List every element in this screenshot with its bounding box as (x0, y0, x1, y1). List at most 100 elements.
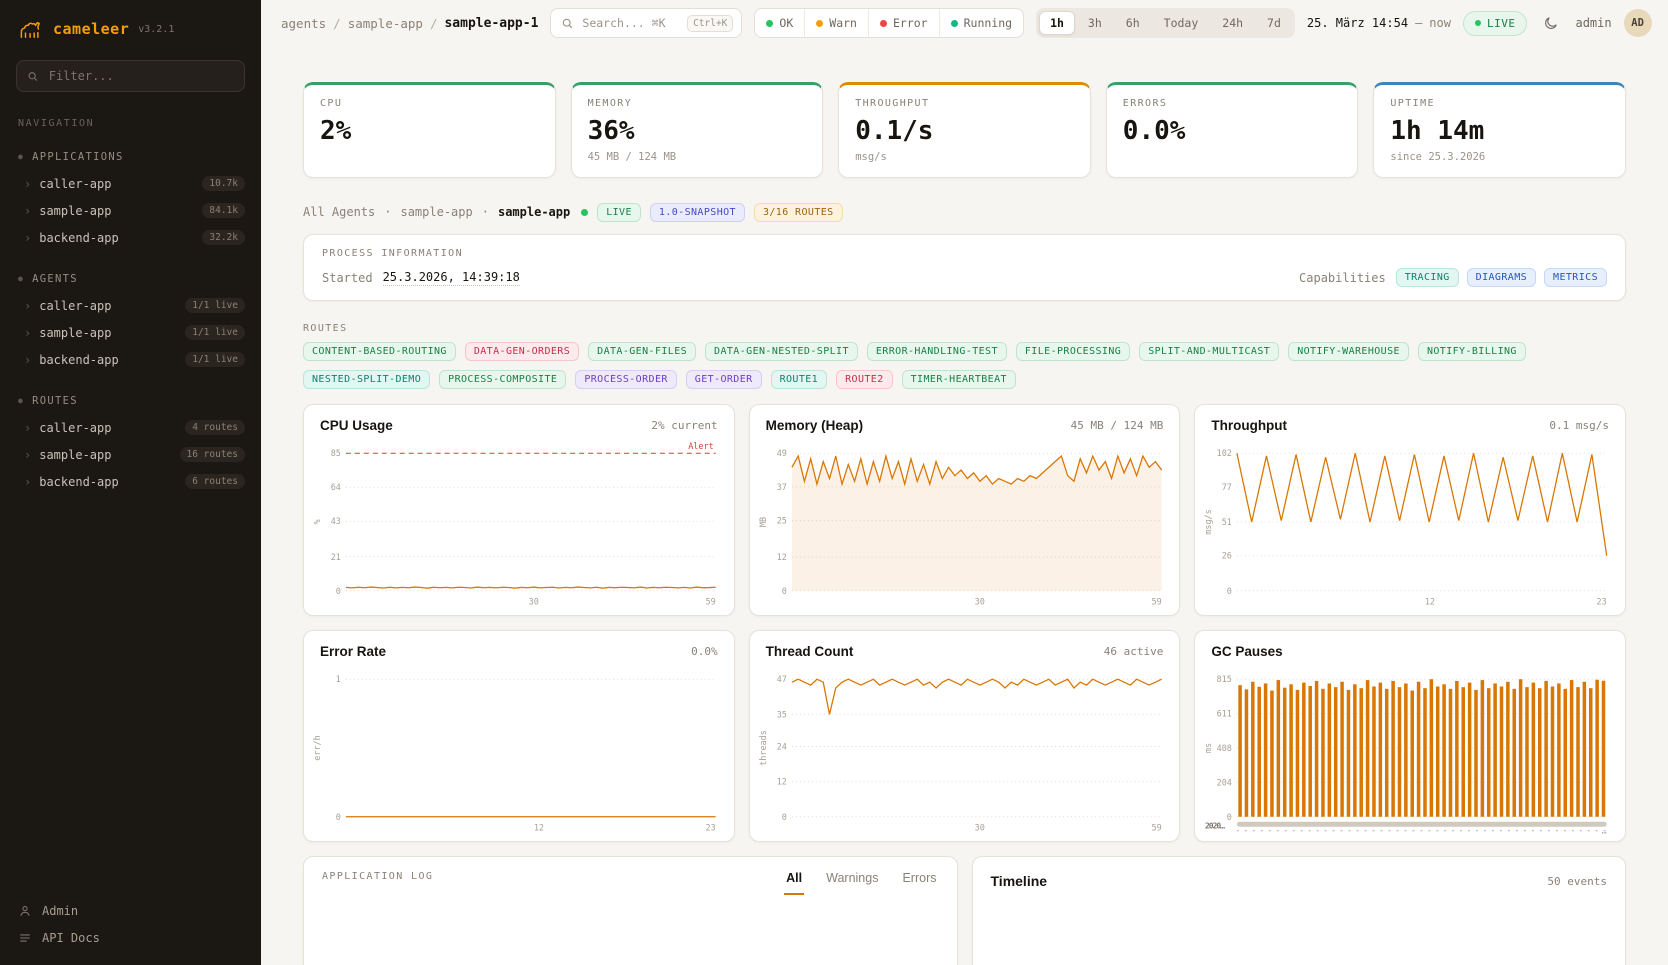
route-badge-file-processing[interactable]: FILE-PROCESSING (1016, 342, 1130, 361)
log-tab-warnings[interactable]: Warnings (824, 871, 880, 895)
status-dot-icon (766, 20, 773, 27)
status-filter-ok[interactable]: OK (755, 9, 804, 37)
sidebar-filter[interactable] (16, 60, 245, 92)
stat-label: CPU (320, 98, 539, 109)
theme-toggle-button[interactable] (1539, 11, 1563, 35)
live-dot-icon (1475, 20, 1481, 26)
chart-current-value: 0.1 msg/s (1549, 419, 1609, 432)
chart-title: GC Pauses (1211, 644, 1282, 659)
agent-crumb-all-agents[interactable]: All Agents (303, 205, 375, 219)
status-filter-running[interactable]: Running (939, 9, 1023, 37)
svg-text:815: 815 (1217, 674, 1232, 684)
footer-item-api-docs[interactable]: API Docs (18, 931, 243, 945)
breadcrumb: agents/sample-app/sample-app-1 (281, 16, 538, 31)
sidebar-group-agents: ●AGENTS›caller-app1/1 live›sample-app1/1… (0, 273, 261, 373)
sidebar-group-header-applications[interactable]: ●APPLICATIONS (0, 151, 261, 170)
breadcrumb-agents[interactable]: agents (281, 16, 326, 31)
agent-crumb-sample-app[interactable]: sample-app (498, 205, 570, 219)
route-badge-data-gen-orders[interactable]: DATA-GEN-ORDERS (465, 342, 579, 361)
sidebar-item-applications-sample-app[interactable]: ›sample-app84.1k (0, 197, 261, 224)
time-range-7d[interactable]: 7d (1256, 11, 1292, 35)
svg-text:59: 59 (705, 597, 715, 607)
search-icon (27, 70, 39, 83)
topbar: agents/sample-app/sample-app-1 Search...… (261, 0, 1668, 46)
chart-plot-cpu-usage: 021436485%3059Alert (304, 435, 734, 615)
chart-current-value: 45 MB / 124 MB (1071, 419, 1164, 432)
footer-item-admin[interactable]: Admin (18, 904, 243, 918)
svg-text:12: 12 (776, 552, 786, 562)
sidebar-item-agents-backend-app[interactable]: ›backend-app1/1 live (0, 346, 261, 373)
date-now-label: now (1429, 16, 1451, 30)
content: CPU2%MEMORY36%45 MB / 124 MBTHROUGHPUT0.… (261, 46, 1668, 965)
time-range-6h[interactable]: 6h (1115, 11, 1151, 35)
time-range-1h[interactable]: 1h (1039, 11, 1075, 35)
log-tab-all[interactable]: All (784, 871, 804, 895)
chart-plot-memory-heap: 012253749MB3059 (750, 435, 1180, 615)
time-range-3h[interactable]: 3h (1077, 11, 1113, 35)
date-range-picker[interactable]: 25. März 14:54 – now (1307, 16, 1451, 30)
sidebar-item-applications-caller-app[interactable]: ›caller-app10.7k (0, 170, 261, 197)
route-badge-notify-warehouse[interactable]: NOTIFY-WAREHOUSE (1288, 342, 1409, 361)
svg-text:0: 0 (781, 586, 786, 596)
sidebar-item-applications-backend-app[interactable]: ›backend-app32.2k (0, 224, 261, 251)
time-range-24h[interactable]: 24h (1211, 11, 1254, 35)
sidebar-item-label: caller-app (39, 421, 177, 435)
route-badge-notify-billing[interactable]: NOTIFY-BILLING (1418, 342, 1526, 361)
route-badge-split-and-multicast[interactable]: SPLIT-AND-MULTICAST (1139, 342, 1279, 361)
chart-title: Thread Count (766, 644, 854, 659)
status-filter-error[interactable]: Error (868, 9, 939, 37)
chart-current-value: 2% current (651, 419, 717, 432)
chart-header: Throughput0.1 msg/s (1195, 405, 1625, 435)
breadcrumb-sample-app-1[interactable]: sample-app-1 (444, 16, 538, 31)
sidebar-group-header-routes[interactable]: ●ROUTES (0, 395, 261, 414)
live-label: LIVE (1487, 17, 1516, 30)
route-badge-get-order[interactable]: GET-ORDER (686, 370, 762, 389)
status-filter-warn[interactable]: Warn (804, 9, 868, 37)
svg-text:408: 408 (1217, 743, 1232, 753)
route-badge-error-handling-test[interactable]: ERROR-HANDLING-TEST (867, 342, 1007, 361)
chart-header: Thread Count 46 active (750, 631, 1180, 661)
stat-value: 1h 14m (1390, 116, 1609, 146)
sidebar-item-agents-sample-app[interactable]: ›sample-app1/1 live (0, 319, 261, 346)
footer-item-label: API Docs (42, 931, 100, 945)
live-badge[interactable]: LIVE (1463, 11, 1528, 36)
sidebar-item-count-badge: 32.2k (202, 230, 245, 245)
sidebar-group-header-agents[interactable]: ●AGENTS (0, 273, 261, 292)
svg-text:0: 0 (336, 812, 341, 822)
sidebar-item-agents-caller-app[interactable]: ›caller-app1/1 live (0, 292, 261, 319)
route-badge-route1[interactable]: ROUTE1 (771, 370, 828, 389)
svg-text:49: 49 (776, 448, 786, 458)
group-marker-icon: ● (18, 397, 24, 405)
route-badge-route2[interactable]: ROUTE2 (836, 370, 893, 389)
route-badge-process-order[interactable]: PROCESS-ORDER (575, 370, 676, 389)
stat-sub: msg/s (855, 151, 1074, 163)
app-version: v3.2.1 (138, 24, 174, 35)
sidebar-item-routes-backend-app[interactable]: ›backend-app6 routes (0, 468, 261, 495)
status-filter-group: OK WarnErrorRunning (754, 8, 1024, 38)
started-value: 25.3.2026, 14:39:18 (383, 270, 520, 286)
route-badge-content-based-routing[interactable]: CONTENT-BASED-ROUTING (303, 342, 456, 361)
stat-value: 0.0% (1123, 116, 1342, 146)
svg-text:204: 204 (1217, 777, 1232, 787)
chart-current-value: 46 active (1104, 645, 1164, 658)
agent-crumb-sample-app[interactable]: sample-app (400, 205, 472, 219)
time-range-today[interactable]: Today (1153, 11, 1210, 35)
svg-text:0: 0 (336, 586, 341, 596)
route-badge-data-gen-nested-split[interactable]: DATA-GEN-NESTED-SPLIT (705, 342, 858, 361)
route-badge-timer-heartbeat[interactable]: TIMER-HEARTBEAT (902, 370, 1016, 389)
sidebar-item-routes-caller-app[interactable]: ›caller-app4 routes (0, 414, 261, 441)
route-badge-nested-split-demo[interactable]: NESTED-SPLIT-DEMO (303, 370, 430, 389)
route-badge-data-gen-files[interactable]: DATA-GEN-FILES (588, 342, 696, 361)
charts-grid: CPU Usage2% current021436485%3059AlertMe… (303, 404, 1626, 842)
route-badge-process-composite[interactable]: PROCESS-COMPOSITE (439, 370, 566, 389)
status-filter-label: OK (779, 16, 793, 30)
filter-input[interactable] (47, 68, 234, 84)
capability-badge-diagrams: DIAGRAMS (1467, 268, 1536, 287)
breadcrumb-sample-app[interactable]: sample-app (348, 16, 423, 31)
user-avatar[interactable]: AD (1624, 9, 1652, 37)
global-search[interactable]: Search... ⌘K Ctrl+K (550, 8, 742, 38)
search-icon (561, 17, 574, 30)
log-tab-errors[interactable]: Errors (900, 871, 938, 895)
app-logo[interactable]: cameleer v3.2.1 (0, 0, 261, 52)
sidebar-item-routes-sample-app[interactable]: ›sample-app16 routes (0, 441, 261, 468)
